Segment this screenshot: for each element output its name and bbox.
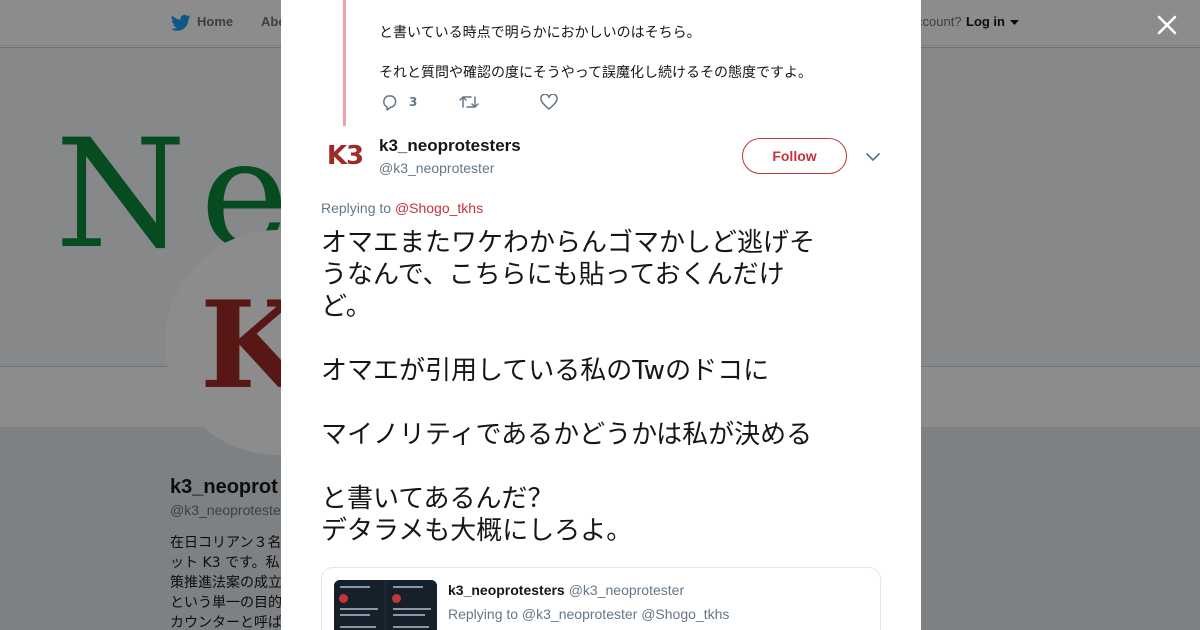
quoted-author: k3_neoprotesters @k3_neoprotester	[448, 582, 684, 598]
reply-button[interactable]: 3	[381, 92, 417, 112]
thumb-line	[340, 626, 376, 628]
tweet-modal: と書いている時点で明らかにおかしいのはそちら。 それと質問や確認の度にそうやって…	[281, 0, 921, 630]
author-name[interactable]: k3_neoprotesters	[379, 136, 521, 156]
author-handle[interactable]: @k3_neoprotester	[379, 160, 494, 176]
thread-connector-line	[343, 0, 346, 126]
replying-to: Replying to @Shogo_tkhs	[321, 200, 483, 216]
reply-icon	[383, 94, 397, 111]
thumb-avatar	[392, 594, 401, 603]
thumb-line	[393, 608, 431, 610]
quoted-replying-to: Replying to @k3_neoprotester @Shogo_tkhs	[448, 606, 730, 622]
screenshot-thumb-pane	[387, 580, 437, 630]
thumb-line	[393, 626, 429, 628]
heart-icon	[540, 94, 558, 110]
tweet-text: オマエまたワケわからんゴマかしど逃げそ うなんで、こちらにも貼っておくんだけ ど…	[321, 228, 816, 546]
quoted-author-handle: @k3_neoprotester	[568, 582, 685, 598]
thumb-line	[393, 614, 425, 616]
avatar-logo-text: K3	[326, 141, 364, 171]
quoted-tweet-card[interactable]: k3_neoprotesters @k3_neoprotester Replyin…	[321, 567, 881, 630]
replying-prefix: Replying to	[321, 200, 395, 216]
close-icon[interactable]	[1152, 10, 1182, 40]
thumb-line	[393, 586, 423, 588]
quoted-author-name: k3_neoprotesters	[448, 582, 565, 598]
reply-count: 3	[409, 95, 418, 109]
thumb-line	[340, 586, 370, 588]
quoted-tweet-image[interactable]	[334, 580, 437, 630]
previous-tweet-text: それと質問や確認の度にそうやって誤魔化し続けるその態度ですよ。	[379, 65, 813, 81]
chevron-down-icon[interactable]	[863, 149, 883, 165]
thumb-line	[340, 608, 378, 610]
author-avatar[interactable]: K3	[321, 132, 369, 180]
retweet-icon	[459, 96, 479, 108]
retweet-button[interactable]	[459, 92, 479, 112]
replying-user-link[interactable]: @Shogo_tkhs	[395, 200, 483, 216]
like-button[interactable]	[540, 92, 558, 112]
thumb-avatar	[339, 594, 348, 603]
follow-button[interactable]: Follow	[742, 138, 847, 174]
previous-tweet-text: と書いている時点で明らかにおかしいのはそちら。	[379, 25, 701, 41]
thumb-line	[340, 614, 370, 616]
screenshot-thumb-pane	[334, 580, 384, 630]
